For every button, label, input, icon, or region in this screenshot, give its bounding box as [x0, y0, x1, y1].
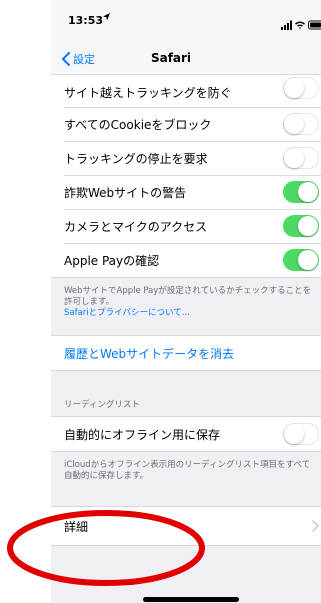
battery-icon	[308, 20, 321, 30]
row-auto-save-offline[interactable]: 自動的にオフライン用に保存	[51, 417, 321, 451]
toggle-knob	[284, 424, 304, 444]
toggle-knob	[298, 250, 318, 270]
wifi-icon	[295, 21, 305, 30]
clear-history-label: 履歴とWebサイトデータを消去	[64, 346, 235, 361]
status-bar: 13:53	[51, 0, 321, 44]
screenshot-page: 13:53 設定 Safari サイト越えトラッキングを防ぐ すべてのCooki…	[0, 0, 321, 603]
toggle-knob	[284, 114, 304, 134]
signal-bars-icon	[281, 20, 292, 30]
apple-pay-footnote: WebサイトでApple Payが設定されているかチェックすることを許可します。…	[51, 278, 321, 329]
status-time: 13:53	[68, 14, 104, 27]
row-camera-microphone-access[interactable]: カメラとマイクのアクセス	[51, 209, 321, 243]
status-icons	[281, 15, 321, 30]
row-fraudulent-website-warning[interactable]: 詐欺Webサイトの警告	[51, 175, 321, 209]
privacy-group: サイト越えトラッキングを防ぐ すべてのCookieをブロック トラッキングの停止…	[51, 75, 321, 278]
camera-mic-toggle[interactable]	[283, 215, 319, 237]
privacy-link[interactable]: Safariとプライバシーについて...	[64, 308, 190, 318]
reading-list-group: 自動的にオフライン用に保存	[51, 416, 321, 452]
toggle-knob	[284, 78, 304, 98]
block-cookies-toggle[interactable]	[283, 113, 319, 135]
auto-save-toggle[interactable]	[283, 423, 319, 445]
toggle-knob	[298, 182, 318, 202]
toggle-knob	[284, 148, 304, 168]
reading-list-header: リーディングリスト	[64, 400, 140, 410]
prevent-tracking-toggle[interactable]	[283, 77, 319, 99]
clear-history-group: 履歴とWebサイトデータを消去	[51, 335, 321, 371]
chevron-right-icon	[312, 520, 319, 532]
apple-pay-toggle[interactable]	[283, 249, 319, 271]
footnote-text: WebサイトでApple Payが設定されているかチェックすることを許可します。	[64, 286, 312, 307]
page-title: Safari	[150, 51, 192, 65]
row-prevent-cross-site-tracking[interactable]: サイト越えトラッキングを防ぐ	[51, 75, 321, 107]
reading-list-footnote: iCloudからオフライン表示用のリーディングリスト項目をすべて自動的に保存しま…	[64, 460, 311, 481]
do-not-track-toggle[interactable]	[283, 147, 319, 169]
settings-list: サイト越えトラッキングを防ぐ すべてのCookieをブロック トラッキングの停止…	[51, 75, 321, 546]
navigation-bar: 設定 Safari	[51, 44, 321, 75]
fraud-warning-toggle[interactable]	[283, 181, 319, 203]
row-block-all-cookies[interactable]: すべてのCookieをブロック	[51, 107, 321, 141]
home-indicator	[143, 597, 239, 602]
toggle-knob	[298, 216, 318, 236]
clear-history-button[interactable]: 履歴とWebサイトデータを消去	[51, 336, 321, 370]
row-do-not-track[interactable]: トラッキングの停止を要求	[51, 141, 321, 175]
row-check-apple-pay[interactable]: Apple Payの確認	[51, 243, 321, 277]
location-arrow-icon	[103, 13, 110, 24]
annotation-ellipse	[7, 510, 205, 586]
